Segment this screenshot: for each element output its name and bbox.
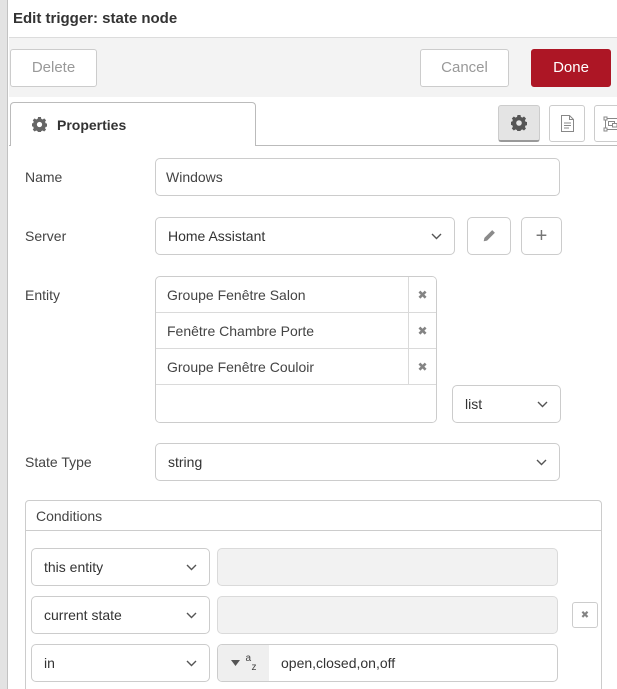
- tab-properties-label: Properties: [57, 117, 126, 133]
- entity-item-text[interactable]: Groupe Fenêtre Salon: [156, 277, 408, 312]
- x-icon: ✖: [417, 360, 427, 374]
- entity-mode-value: list: [465, 396, 482, 412]
- entity-list-item: Fenêtre Chambre Porte ✖: [156, 313, 436, 349]
- appearance-button[interactable]: [594, 105, 617, 142]
- name-row: Name: [25, 158, 617, 196]
- server-select-value: Home Assistant: [168, 228, 265, 244]
- document-icon: [560, 115, 575, 132]
- plus-icon: +: [536, 226, 548, 246]
- condition-value-typed-input: a z open,closed,on,off: [217, 644, 558, 682]
- condition-comparator-input: [217, 596, 558, 634]
- page-title: Edit trigger: state node: [13, 10, 177, 27]
- x-icon: ✖: [417, 288, 427, 302]
- chevron-down-icon: [186, 564, 197, 571]
- x-icon: ✖: [581, 610, 589, 621]
- chevron-down-icon: [536, 459, 547, 466]
- entity-remove-button[interactable]: ✖: [408, 313, 436, 348]
- state-type-row: State Type string: [25, 443, 617, 481]
- properties-form: Name Server Home Assistant + Entity: [9, 146, 617, 689]
- chevron-down-icon: [431, 233, 442, 240]
- name-label: Name: [25, 158, 155, 196]
- tray-toolbar: Delete Cancel Done: [9, 38, 617, 97]
- cancel-button[interactable]: Cancel: [420, 49, 509, 87]
- tray-titlebar: Edit trigger: state node: [9, 0, 617, 38]
- entity-list-item: Groupe Fenêtre Couloir ✖: [156, 349, 436, 385]
- conditions-body: this entity current state: [26, 531, 601, 682]
- condition-operator-select[interactable]: in: [31, 644, 210, 682]
- state-type-select[interactable]: string: [155, 443, 560, 481]
- entity-mode-select[interactable]: list: [452, 385, 561, 423]
- condition-operator-value: in: [44, 655, 55, 671]
- state-type-value: string: [168, 454, 202, 470]
- condition-comparator-select[interactable]: current state: [31, 596, 210, 634]
- condition-row-comparator: current state ✖: [31, 596, 601, 634]
- entity-new-input[interactable]: [156, 385, 436, 422]
- gear-icon: [32, 117, 47, 132]
- tab-bar: Properties: [9, 97, 617, 146]
- condition-row-operator: in a z: [31, 644, 601, 682]
- condition-property-select[interactable]: this entity: [31, 548, 210, 586]
- entity-row: Entity Groupe Fenêtre Salon ✖ Fenêtre Ch…: [25, 276, 617, 423]
- state-type-label: State Type: [25, 443, 155, 481]
- server-select[interactable]: Home Assistant: [155, 217, 455, 255]
- condition-property-input: [217, 548, 558, 586]
- server-add-button[interactable]: +: [521, 217, 562, 255]
- chevron-down-icon: [186, 612, 197, 619]
- tray-left-edge: [0, 0, 8, 689]
- typed-input-type-button[interactable]: a z: [218, 645, 269, 681]
- chevron-down-icon: [186, 660, 197, 667]
- entity-label: Entity: [25, 276, 155, 314]
- server-row: Server Home Assistant +: [25, 217, 617, 255]
- pencil-icon: [482, 229, 496, 243]
- condition-value-input[interactable]: open,closed,on,off: [269, 645, 557, 681]
- gear-icon: [511, 115, 527, 131]
- entity-list: Groupe Fenêtre Salon ✖ Fenêtre Chambre P…: [155, 276, 437, 423]
- caret-down-icon: [231, 660, 240, 666]
- condition-remove-button[interactable]: ✖: [572, 602, 598, 628]
- entity-remove-button[interactable]: ✖: [408, 277, 436, 312]
- entity-list-item: Groupe Fenêtre Salon ✖: [156, 277, 436, 313]
- conditions-header: Conditions: [26, 501, 601, 531]
- tab-icon-buttons: [498, 105, 617, 142]
- description-button[interactable]: [549, 105, 585, 142]
- name-input[interactable]: [155, 158, 560, 196]
- conditions-panel: Conditions this entity current state: [25, 500, 602, 689]
- properties-settings-button[interactable]: [498, 105, 540, 142]
- entity-item-text[interactable]: Groupe Fenêtre Couloir: [156, 349, 408, 384]
- entity-remove-button[interactable]: ✖: [408, 349, 436, 384]
- entity-item-text[interactable]: Fenêtre Chambre Porte: [156, 313, 408, 348]
- condition-property-value: this entity: [44, 559, 103, 575]
- done-button[interactable]: Done: [531, 49, 611, 87]
- tab-properties[interactable]: Properties: [10, 102, 256, 146]
- server-edit-button[interactable]: [467, 217, 511, 255]
- delete-button[interactable]: Delete: [10, 49, 97, 87]
- server-label: Server: [25, 217, 155, 255]
- chevron-down-icon: [537, 401, 548, 408]
- sort-az-icon: a z: [246, 655, 257, 672]
- x-icon: ✖: [417, 324, 427, 338]
- condition-row-property: this entity: [31, 548, 601, 586]
- condition-comparator-value: current state: [44, 607, 122, 623]
- edit-tray: Edit trigger: state node Delete Cancel D…: [9, 0, 617, 689]
- appearance-icon: [603, 116, 617, 132]
